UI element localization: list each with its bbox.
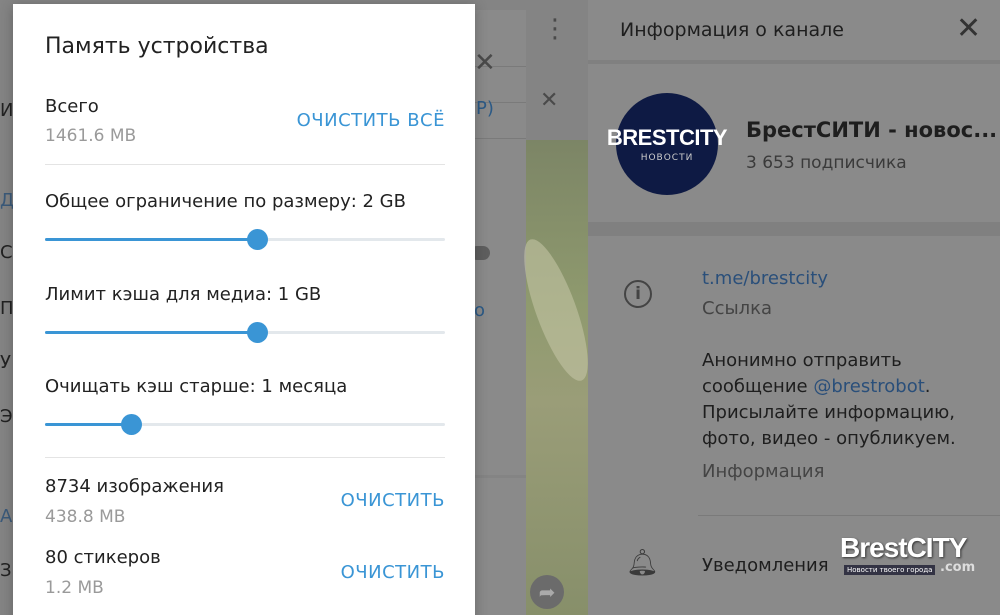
- channel-info-panel: Информация о канале ✕ BRESTCITY НОВОСТИ …: [588, 0, 1000, 615]
- divider: [45, 457, 445, 458]
- watermark-logo: BrestCITY Новости твоего города .com: [840, 532, 975, 578]
- size-limit-slider[interactable]: [45, 229, 445, 250]
- partial-menu-text: З: [0, 560, 12, 581]
- channel-name: БрестСИТИ - новос...: [746, 118, 998, 142]
- slider-thumb[interactable]: [247, 229, 268, 250]
- info-icon: i: [624, 280, 652, 308]
- partial-menu-text: Э: [0, 406, 13, 427]
- slider-thumb[interactable]: [121, 414, 142, 435]
- clear-stickers-button[interactable]: ОЧИСТИТЬ: [341, 562, 445, 583]
- description-text: сообщение: [702, 376, 814, 397]
- slider-fill: [45, 423, 131, 426]
- description-line: сообщение @brestrobot.: [702, 374, 992, 400]
- slider-fill: [45, 238, 257, 241]
- partial-menu-text: И: [0, 100, 14, 121]
- divider: [45, 164, 445, 165]
- avatar-logo-sub: НОВОСТИ: [640, 153, 694, 163]
- clear-older-slider[interactable]: [45, 414, 445, 435]
- description-line: фото, видео - опубликуем.: [702, 428, 956, 449]
- clear-images-button[interactable]: ОЧИСТИТЬ: [341, 490, 445, 511]
- avatar-logo-text: BRESTCITY: [606, 125, 728, 150]
- dialog-title: Память устройства: [45, 34, 269, 59]
- panel-header: Информация о канале ✕: [588, 0, 1000, 60]
- notifications-label[interactable]: Уведомления: [702, 555, 829, 576]
- partial-menu-text: С: [0, 242, 13, 263]
- partial-link-text: о: [474, 300, 486, 321]
- description-line: Анонимно отправить: [702, 350, 902, 371]
- close-icon[interactable]: ✕: [540, 90, 558, 112]
- media-cache-slider[interactable]: [45, 322, 445, 343]
- slider-fill: [45, 331, 257, 334]
- size-limit-label: Общее ограничение по размеру: 2 GB: [45, 191, 406, 212]
- media-cache-label: Лимит кэша для медиа: 1 GB: [45, 284, 322, 305]
- slider-thumb[interactable]: [247, 322, 268, 343]
- description-text: .: [924, 376, 931, 397]
- clear-all-button[interactable]: ОЧИСТИТЬ ВСЁ: [297, 110, 445, 131]
- bot-mention-link[interactable]: @brestrobot: [813, 376, 924, 397]
- device-storage-dialog: Память устройства Всего 1461.6 MB ОЧИСТИ…: [13, 4, 475, 615]
- section-separator: [588, 222, 1000, 236]
- images-label: 8734 изображения: [45, 476, 224, 497]
- total-size: 1461.6 MB: [45, 126, 137, 146]
- partial-menu-text: Д: [0, 190, 14, 211]
- link-caption: Ссылка: [702, 298, 773, 319]
- forward-icon[interactable]: ➦: [530, 575, 564, 609]
- images-size: 438.8 MB: [45, 507, 126, 527]
- partial-link-text: Р): [476, 98, 494, 119]
- description-caption: Информация: [702, 461, 825, 482]
- bell-icon: 🔔︎: [626, 548, 660, 578]
- partial-menu-text: П: [0, 298, 14, 319]
- stickers-size: 1.2 MB: [45, 578, 104, 598]
- close-icon[interactable]: ✕: [956, 14, 981, 44]
- watermark-domain: .com: [940, 560, 976, 575]
- more-vertical-icon[interactable]: ⋮: [542, 16, 568, 42]
- partial-menu-text: У: [0, 352, 11, 373]
- partial-menu-text: А: [0, 506, 13, 527]
- channel-avatar[interactable]: BRESTCITY НОВОСТИ: [607, 93, 728, 195]
- stickers-label: 80 стикеров: [45, 547, 161, 568]
- watermark-sub: Новости твоего города: [844, 565, 936, 575]
- channel-description: Анонимно отправить сообщение @brestrobot…: [702, 348, 992, 452]
- description-line: Присылайте информацию,: [702, 402, 956, 423]
- panel-title: Информация о канале: [620, 19, 844, 41]
- total-label: Всего: [45, 96, 99, 117]
- divider: [698, 515, 1000, 516]
- clear-older-label: Очищать кэш старше: 1 месяца: [45, 376, 348, 397]
- divider: [588, 60, 1000, 64]
- subscriber-count: 3 653 подписчика: [746, 153, 907, 173]
- close-icon[interactable]: ✕: [474, 50, 496, 76]
- channel-link[interactable]: t.me/brestcity: [702, 268, 828, 289]
